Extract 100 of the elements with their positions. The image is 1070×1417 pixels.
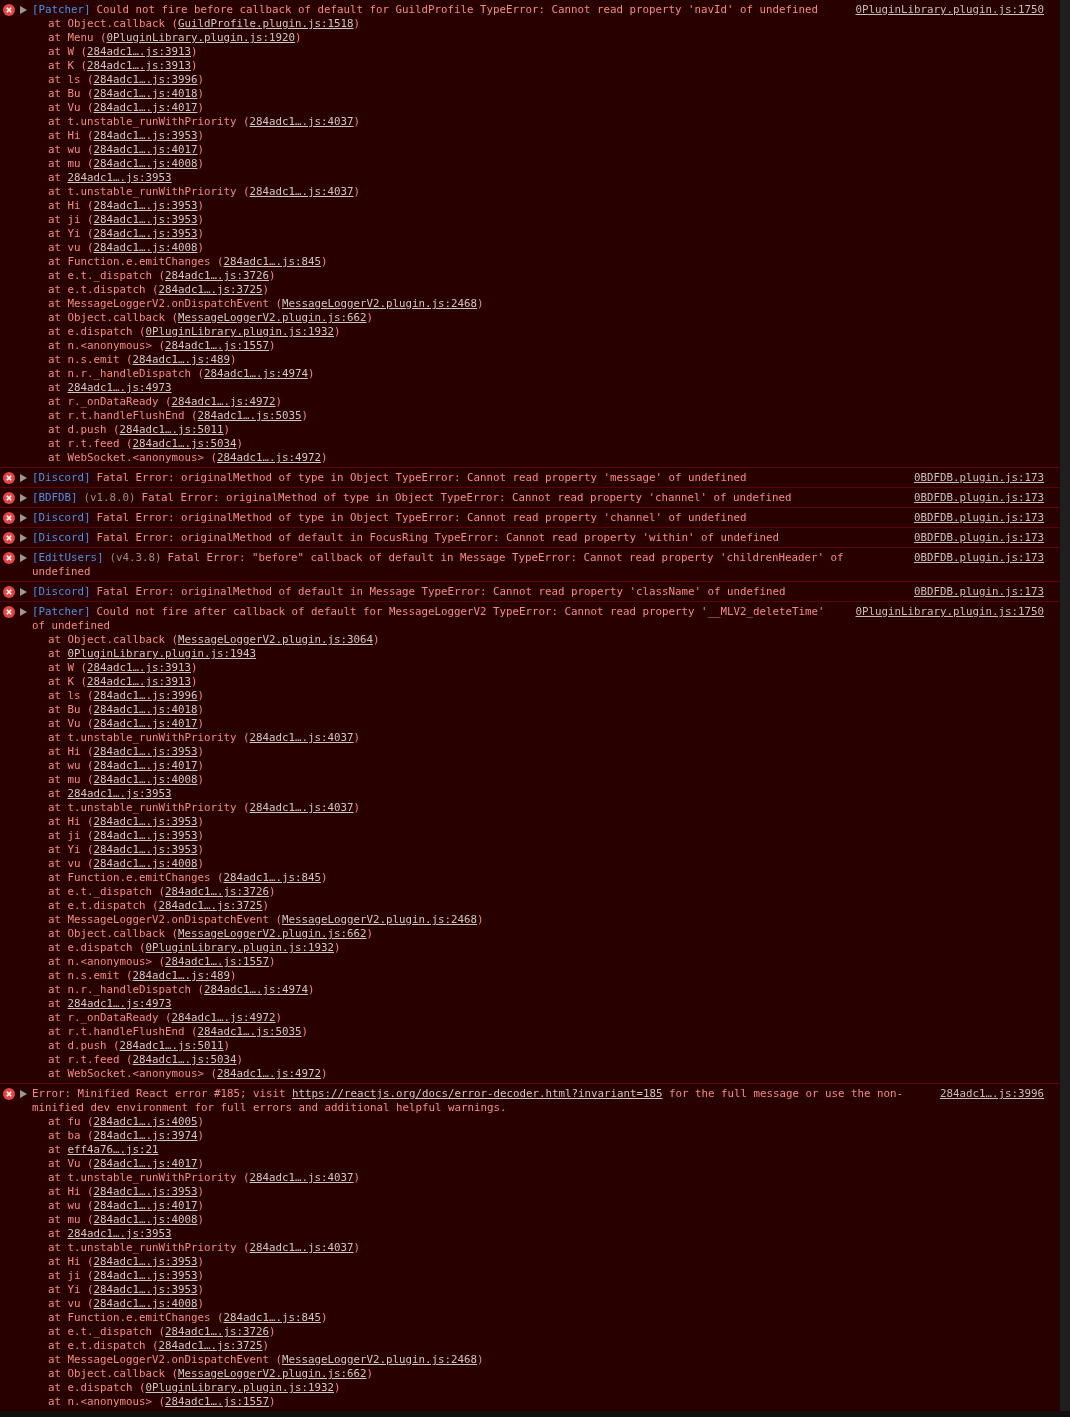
expand-icon[interactable] [20,588,27,596]
frame-link[interactable]: 284adc1….js:3953 [93,1269,198,1282]
frame-link[interactable]: GuildProfile.plugin.js:1518 [178,17,354,30]
frame-link[interactable]: 284adc1….js:3953 [93,1283,198,1296]
expand-icon[interactable] [20,494,27,502]
source-link[interactable]: 0BDFDB.plugin.js:173 [914,531,1044,545]
frame-link[interactable]: 284adc1….js:5011 [119,423,224,436]
frame-link[interactable]: 284adc1….js:845 [223,1311,322,1324]
frame-link[interactable]: 284adc1….js:4017 [93,143,198,156]
source-link[interactable]: 284adc1….js:3996 [940,1087,1044,1101]
source-link[interactable]: 0BDFDB.plugin.js:173 [914,551,1044,565]
frame-link[interactable]: 284adc1….js:1557 [165,1395,270,1408]
frame-link[interactable]: 284adc1….js:3913 [87,661,192,674]
frame-link[interactable]: 284adc1….js:4973 [67,381,172,394]
source-link[interactable]: 0BDFDB.plugin.js:173 [914,471,1044,485]
frame-link[interactable]: 284adc1….js:4017 [93,759,198,772]
frame-link[interactable]: 284adc1….js:4017 [93,1199,198,1212]
frame-link[interactable]: 284adc1….js:4972 [171,395,276,408]
frame-link[interactable]: MessageLoggerV2.plugin.js:662 [178,927,367,940]
frame-link[interactable]: 284adc1….js:4974 [204,983,309,996]
source-link[interactable]: 0BDFDB.plugin.js:173 [914,585,1044,599]
frame-link[interactable]: MessageLoggerV2.plugin.js:2468 [282,297,478,310]
expand-icon[interactable] [20,1090,27,1098]
frame-link[interactable]: 284adc1….js:4037 [249,115,354,128]
source-link[interactable]: 0BDFDB.plugin.js:173 [914,491,1044,505]
frame-link[interactable]: 284adc1….js:3974 [93,1129,198,1142]
frame-link[interactable]: 284adc1….js:3726 [165,1325,270,1338]
frame-link[interactable]: 284adc1….js:4018 [93,703,198,716]
frame-link[interactable]: 284adc1….js:3953 [93,1185,198,1198]
frame-link[interactable]: eff4a76….js:21 [67,1143,159,1156]
source-link[interactable]: 0PluginLibrary.plugin.js:1750 [855,3,1044,17]
frame-link[interactable]: 284adc1….js:3725 [158,1339,263,1352]
frame-link[interactable]: 0PluginLibrary.plugin.js:1932 [145,941,335,954]
frame-link[interactable]: 284adc1….js:4972 [171,1011,276,1024]
frame-link[interactable]: 284adc1….js:489 [132,353,231,366]
source-link[interactable]: 0PluginLibrary.plugin.js:1750 [855,605,1044,619]
frame-link[interactable]: 284adc1….js:4972 [217,1067,322,1080]
frame-link[interactable]: 284adc1….js:4008 [93,857,198,870]
frame-link[interactable]: 284adc1….js:4005 [93,1115,198,1128]
expand-icon[interactable] [20,514,27,522]
frame-link[interactable]: 284adc1….js:4008 [93,1213,198,1226]
frame-link[interactable]: 284adc1….js:4008 [93,1297,198,1310]
scrollbar-track[interactable] [1060,0,1070,1411]
frame-link[interactable]: 284adc1….js:3996 [93,689,198,702]
expand-icon[interactable] [20,6,27,14]
frame-link[interactable]: 284adc1….js:3913 [87,59,192,72]
frame-link[interactable]: 284adc1….js:5035 [197,409,302,422]
frame-link[interactable]: 0PluginLibrary.plugin.js:1932 [145,1381,335,1394]
frame-link[interactable]: 284adc1….js:3725 [158,283,263,296]
frame-link[interactable]: 284adc1….js:3726 [165,885,270,898]
frame-link[interactable]: 284adc1….js:3953 [93,199,198,212]
frame-link[interactable]: 284adc1….js:3953 [93,1255,198,1268]
frame-link[interactable]: 284adc1….js:3725 [158,899,263,912]
frame-link[interactable]: 0PluginLibrary.plugin.js:1943 [67,647,257,660]
frame-link[interactable]: 284adc1….js:4974 [204,367,309,380]
frame-link[interactable]: 284adc1….js:4973 [67,997,172,1010]
frame-link[interactable]: 284adc1….js:3953 [67,787,172,800]
frame-link[interactable]: MessageLoggerV2.plugin.js:662 [178,1367,367,1380]
frame-link[interactable]: 284adc1….js:4037 [249,731,354,744]
frame-link[interactable]: MessageLoggerV2.plugin.js:2468 [282,913,478,926]
frame-link[interactable]: 284adc1….js:5011 [119,1039,224,1052]
frame-link[interactable]: 284adc1….js:5034 [132,437,237,450]
frame-link[interactable]: 284adc1….js:3953 [93,745,198,758]
frame-link[interactable]: 284adc1….js:4037 [249,185,354,198]
frame-link[interactable]: 284adc1….js:4018 [93,87,198,100]
source-link[interactable]: 0BDFDB.plugin.js:173 [914,511,1044,525]
frame-link[interactable]: MessageLoggerV2.plugin.js:3064 [178,633,374,646]
url-link[interactable]: https://reactjs.org/docs/error-decoder.html?invariant=185 [292,1087,663,1100]
frame-link[interactable]: 284adc1….js:845 [223,255,322,268]
frame-link[interactable]: 284adc1….js:4037 [249,1241,354,1254]
frame-link[interactable]: 0PluginLibrary.plugin.js:1920 [106,31,296,44]
frame-link[interactable]: 284adc1….js:3953 [93,129,198,142]
expand-icon[interactable] [20,534,27,542]
expand-icon[interactable] [20,608,27,616]
frame-link[interactable]: 284adc1….js:5035 [197,1025,302,1038]
frame-link[interactable]: 284adc1….js:3726 [165,269,270,282]
frame-link[interactable]: 284adc1….js:4017 [93,101,198,114]
frame-link[interactable]: 284adc1….js:4972 [217,451,322,464]
frame-link[interactable]: 284adc1….js:489 [132,969,231,982]
frame-link[interactable]: 284adc1….js:5034 [132,1053,237,1066]
frame-link[interactable]: 0PluginLibrary.plugin.js:1932 [145,325,335,338]
expand-icon[interactable] [20,554,27,562]
frame-link[interactable]: 284adc1….js:3953 [93,815,198,828]
frame-link[interactable]: 284adc1….js:4037 [249,1171,354,1184]
frame-link[interactable]: 284adc1….js:845 [223,871,322,884]
frame-link[interactable]: 284adc1….js:4008 [93,157,198,170]
frame-link[interactable]: 284adc1….js:4017 [93,1157,198,1170]
frame-link[interactable]: 284adc1….js:4008 [93,241,198,254]
frame-link[interactable]: MessageLoggerV2.plugin.js:2468 [282,1353,478,1366]
frame-link[interactable]: 284adc1….js:3953 [67,171,172,184]
frame-link[interactable]: 284adc1….js:4037 [249,801,354,814]
frame-link[interactable]: 284adc1….js:3913 [87,675,192,688]
frame-link[interactable]: 284adc1….js:1557 [165,339,270,352]
expand-icon[interactable] [20,474,27,482]
frame-link[interactable]: 284adc1….js:3953 [93,829,198,842]
frame-link[interactable]: 284adc1….js:3996 [93,73,198,86]
frame-link[interactable]: 284adc1….js:4017 [93,717,198,730]
frame-link[interactable]: 284adc1….js:3953 [93,843,198,856]
frame-link[interactable]: 284adc1….js:3953 [93,213,198,226]
frame-link[interactable]: 284adc1….js:3953 [93,227,198,240]
